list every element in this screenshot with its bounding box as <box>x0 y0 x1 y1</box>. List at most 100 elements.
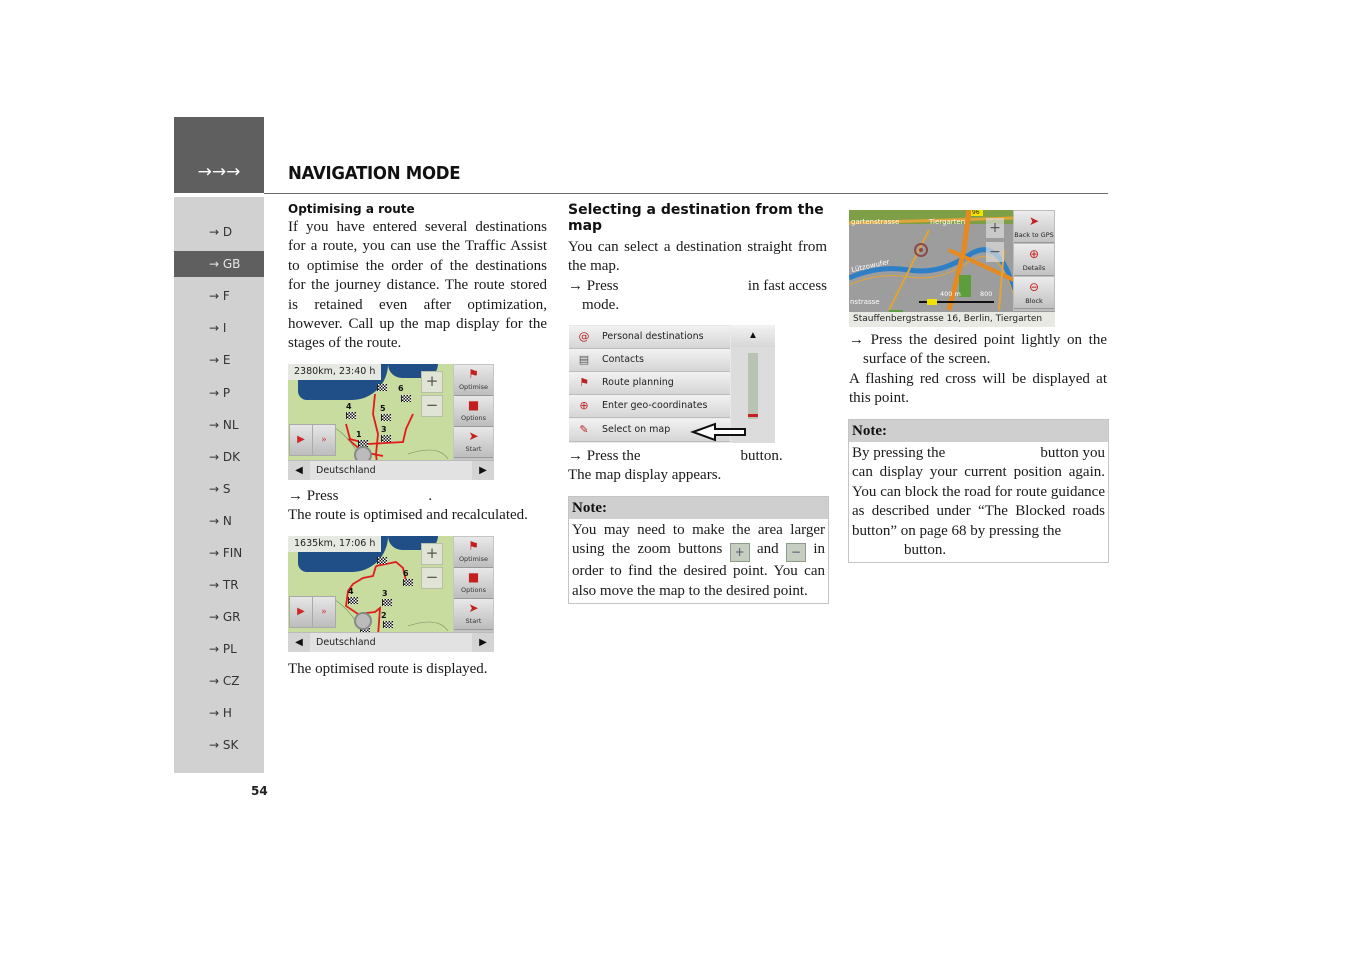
sidebar-item-label: → SK <box>209 738 239 752</box>
menu-item-personal-destinations[interactable]: @ Personal destinations <box>569 326 730 349</box>
start-label: Start <box>465 617 482 625</box>
menu-item-enter-geo-coordinates[interactable]: ⊕ Enter geo-coordinates <box>569 395 730 418</box>
optimise-button[interactable]: ⚑ Optimise <box>454 537 493 568</box>
previous-arrow-button[interactable]: ◀ <box>288 633 310 652</box>
optimise-step: → Press. The route is optimised and reca… <box>288 487 547 526</box>
route-map-screenshot-after: 1635km, 17:06 h 6 4 3 2 1 + − ▶ » ⚑Optim… <box>288 536 494 652</box>
zoom-out-button[interactable]: − <box>421 567 443 589</box>
options-button[interactable]: ■ Options <box>454 568 493 599</box>
route-flag-icon: ⚑ <box>468 367 479 381</box>
sidebar-item-label: → E <box>209 353 231 367</box>
plus-circle-icon: ⊕ <box>1028 247 1040 261</box>
optimise-label: Optimise <box>458 555 489 563</box>
play-button[interactable]: ▶ <box>289 596 313 628</box>
street-label: gartenstrasse <box>851 218 900 226</box>
step1-mode: mode. <box>582 297 620 314</box>
sidebar-item-i[interactable]: → I <box>174 315 264 341</box>
stop-number: 2 <box>381 611 387 620</box>
zoom-out-button[interactable]: − <box>421 395 443 417</box>
start-button[interactable]: ➤ Start <box>454 427 493 458</box>
select-on-map-icon: ✎ <box>579 423 589 436</box>
sidebar-item-s[interactable]: → S <box>174 476 264 502</box>
route-flag-icon: ⚑ <box>468 539 479 553</box>
flag-icon <box>348 597 358 604</box>
flag-icon <box>383 621 393 628</box>
sidebar-item-label: → I <box>209 321 227 335</box>
street-label: nstrasse <box>850 298 880 306</box>
sidebar-item-gr[interactable]: → GR <box>174 604 264 630</box>
sidebar-item-dk[interactable]: → DK <box>174 444 264 470</box>
zoom-out-button[interactable]: − <box>986 242 1004 262</box>
zoom-in-icon: + <box>729 543 750 563</box>
sidebar-item-cz[interactable]: → CZ <box>174 668 264 694</box>
sidebar-item-fin[interactable]: → FIN <box>174 540 264 566</box>
map-side-buttons: ⚑ Optimise ■ Options ➤ Start <box>453 536 494 633</box>
options-button[interactable]: ■ Options <box>454 396 493 427</box>
country-bar: ◀ Deutschland ▶ <box>288 632 494 652</box>
sidebar-item-e[interactable]: → E <box>174 347 264 373</box>
gps-block-note-box: Note: By pressing the button you can disp… <box>848 419 1109 564</box>
next-arrow-button[interactable]: ▶ <box>472 461 494 480</box>
select-point-text: → Press the desired point lightly on the… <box>849 331 1107 409</box>
sidebar-item-gb[interactable]: → GB <box>174 251 264 277</box>
zoom-in-button[interactable]: + <box>421 543 443 565</box>
header-arrows: →→→ <box>197 162 241 182</box>
select-map-step2: → Press the button. The map display appea… <box>568 447 827 486</box>
fast-forward-button[interactable]: » <box>312 596 336 628</box>
fast-forward-button[interactable]: » <box>312 424 336 456</box>
block-button[interactable]: ⊖ Block <box>1014 277 1054 309</box>
menu-item-route-planning[interactable]: ⚑ Route planning <box>569 372 730 395</box>
note-body: By pressing the button you can display yo… <box>849 442 1108 562</box>
flag-icon <box>381 414 391 421</box>
details-button[interactable]: ⊕ Details <box>1014 244 1054 276</box>
optimise-button[interactable]: ⚑ Optimise <box>454 365 493 396</box>
sidebar-item-label: → CZ <box>209 674 240 688</box>
navigation-arrow-icon: ➤ <box>468 429 479 443</box>
sidebar-item-n[interactable]: → N <box>174 508 264 534</box>
play-button[interactable]: ▶ <box>289 424 313 456</box>
navigation-arrow-icon: ➤ <box>468 601 479 615</box>
address-bar: Stauffenbergstrasse 16, Berlin, Tiergart… <box>849 312 1055 327</box>
start-button[interactable]: ➤ Start <box>454 599 493 630</box>
note-text: By pressing the <box>852 445 946 461</box>
optimise-intro-text: If you have entered several destinations… <box>288 219 547 352</box>
sidebar-item-label: → F <box>209 289 230 303</box>
optimise-intro: If you have entered several destinations… <box>288 218 547 354</box>
press-point-step: → Press the desired point lightly on the… <box>849 332 1107 368</box>
sidebar-item-p[interactable]: → P <box>174 380 264 406</box>
zoom-in-button[interactable]: + <box>986 218 1004 238</box>
sidebar-item-d[interactable]: → D <box>174 219 264 245</box>
zoom-in-button[interactable]: + <box>421 371 443 393</box>
sidebar-item-pl[interactable]: → PL <box>174 636 264 662</box>
scroll-up-button[interactable]: ▲ <box>731 325 775 347</box>
back-to-gps-label: Back to GPS <box>1014 231 1054 239</box>
menu-item-contacts[interactable]: ▤ Contacts <box>569 349 730 372</box>
sidebar-item-nl[interactable]: → NL <box>174 412 264 438</box>
sidebar-item-label: → TR <box>209 578 239 592</box>
sidebar-item-tr[interactable]: → TR <box>174 572 264 598</box>
place-label: Tiergarten <box>929 218 966 226</box>
next-arrow-button[interactable]: ▶ <box>472 633 494 652</box>
note-title: Note: <box>849 420 1108 442</box>
scroll-track[interactable] <box>748 353 758 419</box>
menu-item-label: Select on map <box>602 424 671 435</box>
flag-icon <box>381 435 391 442</box>
route-map-screenshot-before: 2380km, 23:40 h 6 4 5 3 1 + − ▶ » ⚑ Optim… <box>288 364 494 480</box>
menu-item-label: Enter geo-coordinates <box>602 400 708 411</box>
step-press-text: → Press <box>288 488 339 504</box>
sidebar-item-f[interactable]: → F <box>174 283 264 309</box>
language-sidebar: → D → GB → F → I → E → P → NL → DK → S →… <box>174 197 264 773</box>
sidebar-item-sk[interactable]: → SK <box>174 732 264 758</box>
menu-item-label: Route planning <box>602 377 674 388</box>
optimise-closing-text: The optimised route is displayed. <box>288 661 488 677</box>
stop-number: 4 <box>346 402 352 411</box>
sidebar-item-h[interactable]: → H <box>174 700 264 726</box>
previous-arrow-button[interactable]: ◀ <box>288 461 310 480</box>
back-to-gps-button[interactable]: ➤ Back to GPS <box>1014 211 1054 243</box>
scroll-thumb[interactable] <box>748 414 758 417</box>
sidebar-item-label: → D <box>209 225 233 239</box>
scale-label: 800 <box>980 290 993 298</box>
pointer-arrow-icon <box>690 422 746 442</box>
select-map-intro: You can select a destination straight fr… <box>568 238 827 316</box>
step1-press: → Press <box>568 277 619 294</box>
